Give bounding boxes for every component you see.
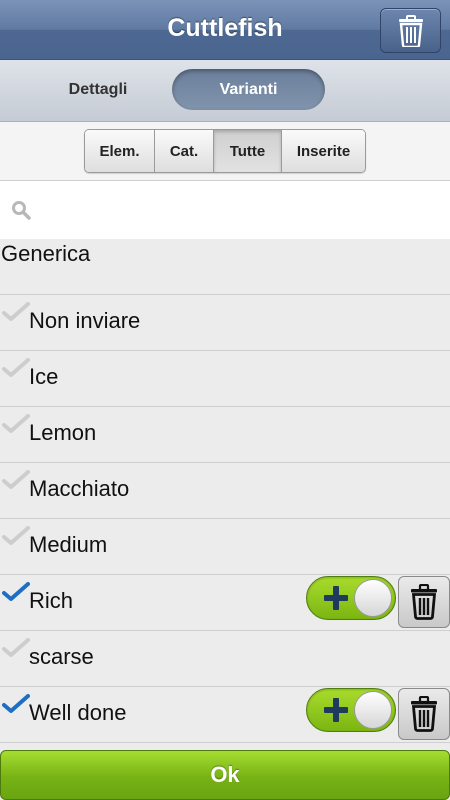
check-icon[interactable] — [2, 581, 30, 603]
tab-bar: Dettagli Varianti — [0, 60, 450, 122]
list-item[interactable]: scarse — [0, 631, 450, 687]
search-icon — [12, 201, 31, 220]
list-item[interactable]: Macchiato — [0, 463, 450, 519]
check-icon[interactable] — [2, 525, 30, 547]
group-header: Generica — [0, 239, 450, 295]
tab-dettagli[interactable]: Dettagli — [22, 69, 174, 110]
list-item[interactable]: Ice — [0, 351, 450, 407]
list-item-label: Non inviare — [29, 308, 141, 333]
filter-elem[interactable]: Elem. — [85, 130, 155, 172]
plus-icon — [324, 698, 348, 722]
check-icon[interactable] — [2, 357, 30, 379]
tab-varianti[interactable]: Varianti — [172, 69, 325, 110]
filter-segmented-control: Elem. Cat. Tutte Inserite — [84, 129, 366, 173]
delete-order-button[interactable] — [380, 8, 441, 53]
filter-cat[interactable]: Cat. — [155, 130, 214, 172]
ok-button[interactable]: Ok — [0, 750, 450, 800]
list-item-label: Macchiato — [29, 476, 130, 501]
toggle-knob[interactable] — [354, 579, 392, 617]
check-icon[interactable] — [2, 413, 30, 435]
list-item[interactable]: Lemon — [0, 407, 450, 463]
title-bar: Cuttlefish — [0, 0, 450, 60]
list-item-label: Medium — [29, 532, 108, 557]
list-item[interactable]: Non inviare — [0, 295, 450, 351]
trash-icon — [398, 14, 423, 47]
search-bar — [0, 181, 450, 239]
list-item[interactable]: Well done — [0, 687, 450, 743]
check-icon[interactable] — [2, 469, 30, 491]
filter-bar: Elem. Cat. Tutte Inserite — [0, 122, 450, 181]
list-item-label: Rich — [29, 588, 74, 613]
list-item[interactable]: Rich — [0, 575, 450, 631]
plus-icon — [324, 586, 348, 610]
filter-tutte[interactable]: Tutte — [214, 130, 282, 172]
add-toggle[interactable] — [306, 576, 396, 620]
search-input[interactable] — [40, 193, 440, 227]
list-item-label: Ice — [29, 364, 59, 389]
delete-variant-button[interactable] — [398, 576, 450, 628]
list-item-label: Well done — [29, 700, 127, 725]
list-item-label: Lemon — [29, 420, 97, 445]
list-item-label: scarse — [29, 644, 94, 669]
filter-inserite[interactable]: Inserite — [282, 130, 365, 172]
variant-list: Generica Non inviare Ice Lemon Macchiato… — [0, 239, 450, 743]
trash-icon — [411, 584, 437, 620]
check-icon[interactable] — [2, 301, 30, 323]
delete-variant-button[interactable] — [398, 688, 450, 740]
add-toggle[interactable] — [306, 688, 396, 732]
check-icon[interactable] — [2, 637, 30, 659]
toggle-knob[interactable] — [354, 691, 392, 729]
check-icon[interactable] — [2, 693, 30, 715]
trash-icon — [411, 696, 437, 732]
list-item[interactable]: Medium — [0, 519, 450, 575]
